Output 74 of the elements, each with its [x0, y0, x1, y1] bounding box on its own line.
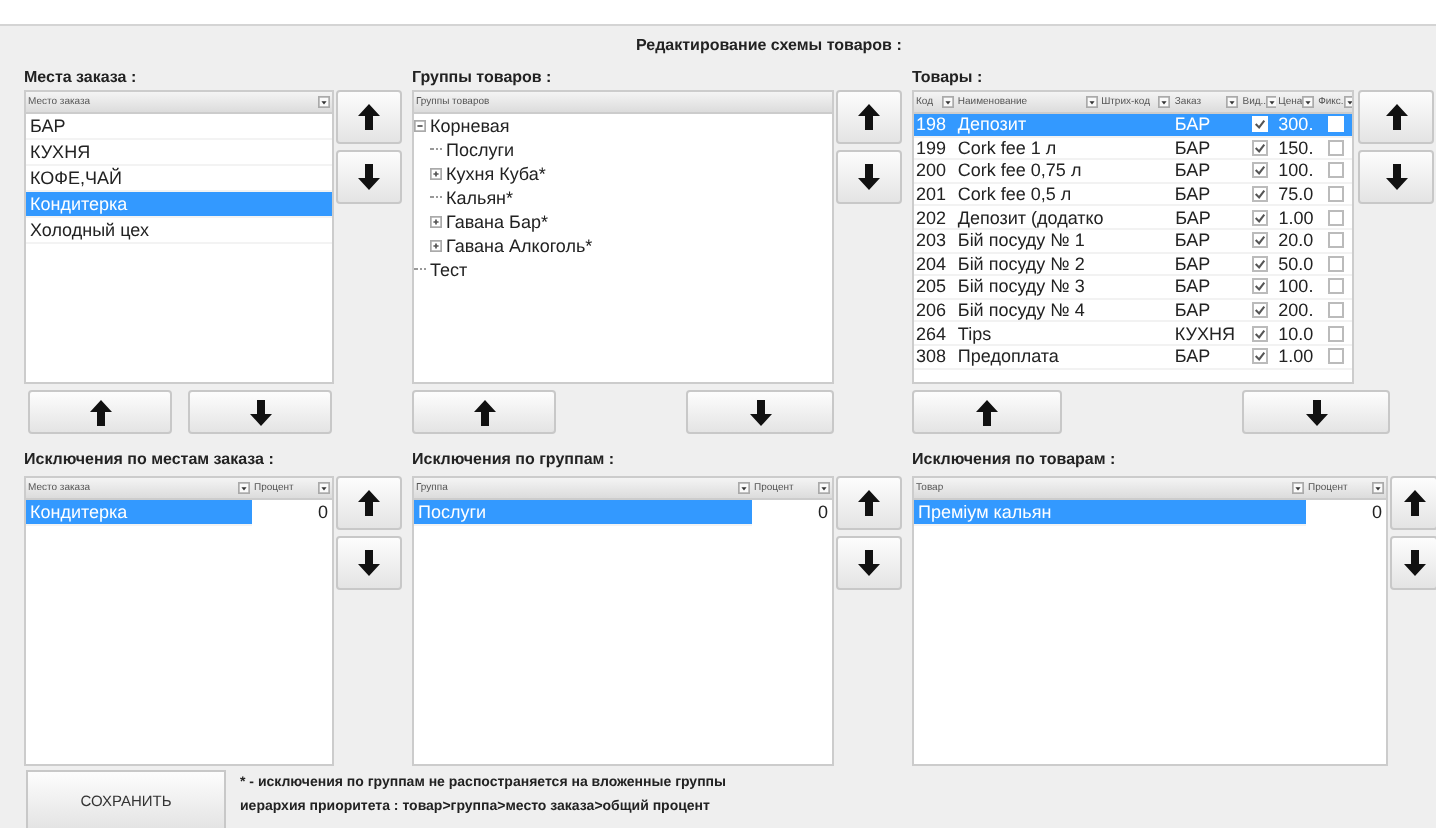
- table-cell-text: 206: [914, 300, 949, 321]
- table-cell-text: 308: [914, 346, 949, 367]
- table-cell-text: Tips: [955, 323, 994, 344]
- table-cell-text: БАР: [1172, 300, 1213, 321]
- table-cell-text: 200.: [1276, 300, 1316, 321]
- table-row[interactable]: 264 Tips КУХНЯ 10.0: [914, 322, 1352, 346]
- tree-item[interactable]: Тест: [430, 260, 468, 280]
- percent-value: 0: [315, 500, 330, 526]
- table-cell-text: 199: [914, 137, 949, 158]
- table-cell-text: 198: [914, 114, 949, 135]
- table-row[interactable]: 204 Бій посуду № 2 БАР 50.0: [914, 253, 1352, 277]
- table-cell-text: 204: [914, 253, 949, 274]
- table-cell-text: 300.: [1276, 114, 1316, 135]
- percent-value: 0: [815, 500, 830, 526]
- section-label: Исключения по товарам :: [912, 448, 1118, 472]
- section-label: Исключения по группам :: [412, 448, 617, 472]
- table-cell-text: 1.00: [1276, 207, 1316, 228]
- section-label: Товары :: [912, 66, 985, 90]
- table-cell-text: 200: [914, 160, 949, 181]
- table-cell-text: Cork fee 0,5 л: [955, 184, 1074, 205]
- table-cell-text: Бій посуду № 1: [955, 230, 1087, 251]
- table-cell-text: Cork fee 0,75 л: [955, 160, 1084, 181]
- section-label: Места заказа :: [24, 66, 139, 90]
- table-cell-text: 264: [914, 323, 949, 344]
- table-row[interactable]: 199 Cork fee 1 л БАР 150.: [914, 137, 1352, 161]
- table-row[interactable]: 203 Бій посуду № 1 БАР 20.0: [914, 229, 1352, 254]
- percent-value: 0: [1369, 500, 1384, 526]
- table-cell-text: 100.: [1276, 160, 1316, 181]
- table-cell-text: БАР: [1172, 160, 1213, 181]
- tree-item[interactable]: Кухня Куба*: [446, 164, 546, 184]
- table-cell-text: БАР: [1173, 207, 1213, 228]
- table-cell-text: 75.0: [1276, 184, 1316, 205]
- tree-item[interactable]: Кальян*: [446, 188, 514, 208]
- table-cell-text: 202: [914, 207, 949, 228]
- table-row[interactable]: 202 Депозит (додатко БАР 1.00: [914, 206, 1352, 230]
- table-cell-text: 50.0: [1276, 253, 1316, 274]
- table-cell-text: 201: [914, 184, 949, 205]
- list-item[interactable]: КУХНЯ: [26, 140, 332, 166]
- table-cell-text: 205: [914, 276, 949, 297]
- table-cell-text: Предоплата: [955, 346, 1061, 367]
- section-label: Исключения по местам заказа :: [24, 448, 276, 472]
- list-item[interactable]: Холодный цех: [26, 218, 332, 244]
- table-cell-text: БАР: [1172, 137, 1213, 158]
- tree-item[interactable]: Гавана Бар*: [446, 212, 548, 232]
- page-title: Редактирование схемы товаров :: [634, 34, 904, 58]
- table-cell-text: БАР: [1172, 114, 1213, 135]
- table-cell-text: 150.: [1276, 137, 1316, 158]
- table-row[interactable]: 308 Предоплата БАР 1.00: [914, 345, 1352, 370]
- table-cell-text: Бій посуду № 3: [955, 276, 1087, 297]
- table-cell-text: Депозит: [955, 114, 1029, 135]
- table-cell-text: БАР: [1172, 253, 1213, 274]
- table-cell-text: 100.: [1276, 276, 1316, 297]
- table-cell-text: Cork fee 1 л: [955, 137, 1059, 158]
- table-row[interactable]: 200 Cork fee 0,75 л БАР 100.: [914, 160, 1352, 184]
- table-row[interactable]: 205 Бій посуду № 3 БАР 100.: [914, 276, 1352, 300]
- table-cell-text: БАР: [1172, 276, 1213, 297]
- tree-item[interactable]: Корневая: [430, 116, 510, 136]
- table-row[interactable]: 206 Бій посуду № 4 БАР 200.: [914, 299, 1352, 323]
- table-cell-text: КУХНЯ: [1172, 323, 1237, 344]
- table-cell: Депозит (додатко: [955, 207, 1100, 228]
- table-cell-text: 203: [914, 230, 949, 251]
- tree-item[interactable]: Послуги: [446, 140, 515, 160]
- list-item[interactable]: БАР: [26, 114, 332, 140]
- table-cell-text: БАР: [1172, 230, 1213, 251]
- table-cell-text: БАР: [1172, 184, 1213, 205]
- table-cell-text: Бій посуду № 2: [955, 253, 1087, 274]
- section-label: Группы товаров :: [412, 66, 554, 90]
- table-cell-text: 10.0: [1276, 323, 1316, 344]
- table-cell-text: 20.0: [1276, 230, 1316, 251]
- table-cell-text: Бій посуду № 4: [955, 300, 1087, 321]
- table-cell-text: БАР: [1172, 346, 1213, 367]
- table-cell-text: 1.00: [1276, 346, 1316, 367]
- table-row[interactable]: 201 Cork fee 0,5 л БАР 75.0: [914, 183, 1352, 207]
- tree-item[interactable]: Гавана Алкоголь*: [446, 236, 593, 256]
